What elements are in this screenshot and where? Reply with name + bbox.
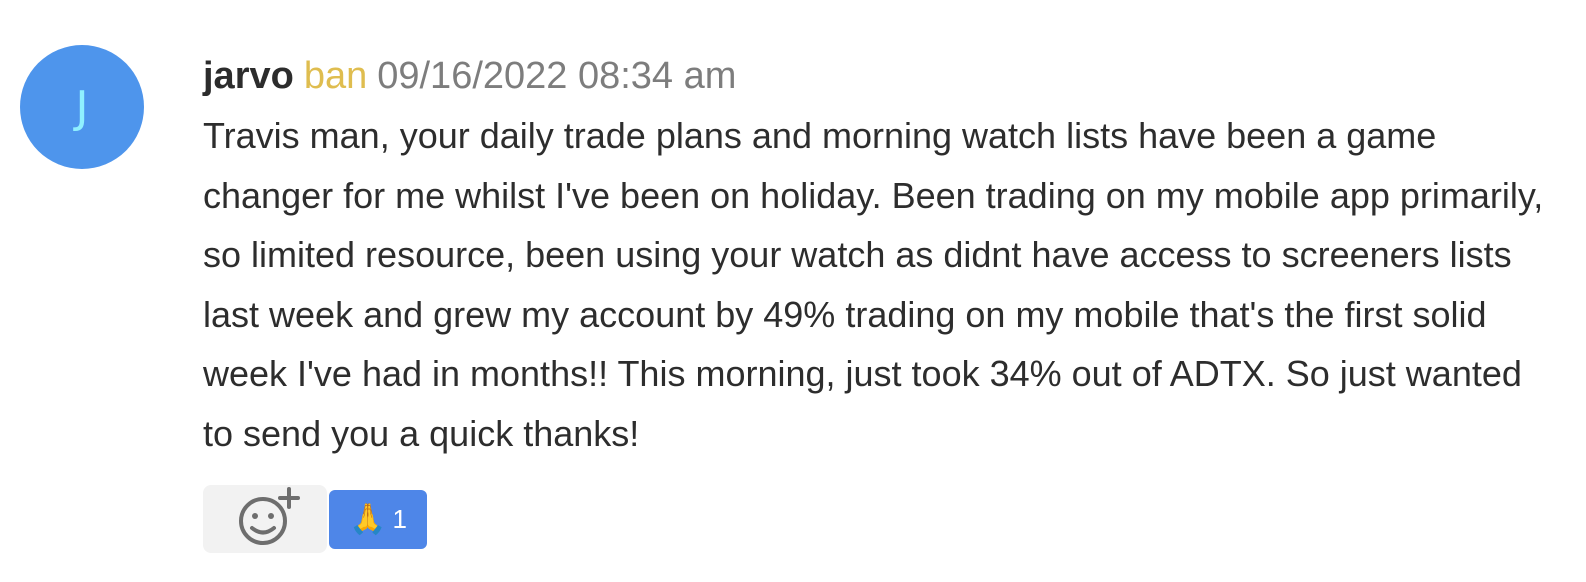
- reaction-count: 1: [392, 503, 407, 534]
- reaction-pray[interactable]: 🙏 1: [329, 489, 427, 549]
- message-body: Travis man, your daily trade plans and m…: [203, 115, 1544, 454]
- username[interactable]: jarvo: [203, 50, 294, 102]
- avatar-initial: J: [75, 81, 89, 133]
- folded-hands-icon: 🙏: [349, 501, 387, 537]
- add-reaction-button[interactable]: [203, 485, 327, 553]
- add-reaction-smiley-icon: [239, 487, 300, 545]
- message-header: jarvo ban 09/16/2022 08:34 am: [203, 50, 736, 102]
- role-badge: ban: [303, 55, 368, 97]
- message-timestamp: 09/16/2022 08:34 am: [377, 55, 737, 97]
- reaction-bar: 🙏 1: [203, 485, 427, 553]
- avatar[interactable]: J: [20, 45, 144, 169]
- chat-message: J jarvo ban 09/16/2022 08:34 am Travis m…: [0, 0, 1586, 582]
